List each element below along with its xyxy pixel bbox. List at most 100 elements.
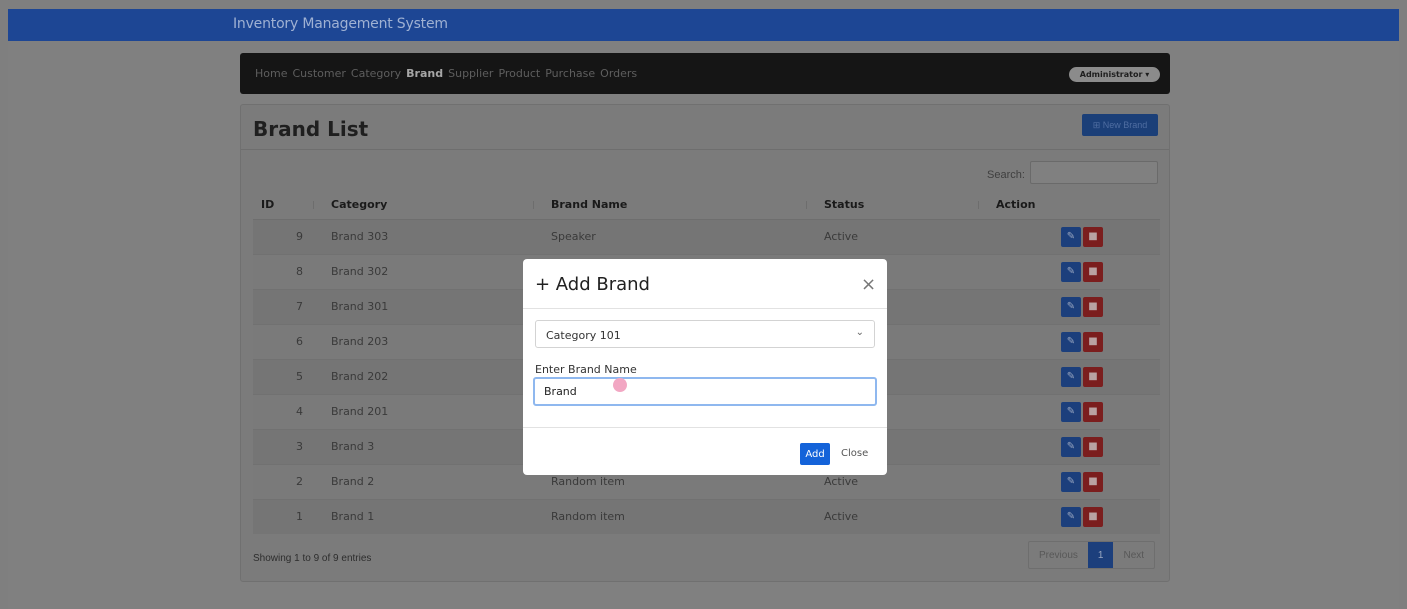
action-buttons: ✎ ■ bbox=[1061, 506, 1160, 527]
action-buttons: ✎ ■ bbox=[1061, 471, 1160, 492]
edit-icon[interactable]: ✎ bbox=[1061, 471, 1081, 492]
trash-icon[interactable]: ■ bbox=[1083, 226, 1103, 247]
action-buttons: ✎ ■ bbox=[1061, 261, 1160, 282]
col-id[interactable]: ID bbox=[253, 191, 323, 220]
action-buttons: ✎ ■ bbox=[1061, 436, 1160, 457]
add-button[interactable]: Add bbox=[800, 443, 830, 465]
action-buttons: ✎ ■ bbox=[1061, 331, 1160, 352]
user-menu-label: Administrator bbox=[1079, 70, 1143, 79]
row-actions: ✎ ■ bbox=[988, 393, 1160, 429]
card-header: Brand List ⊞ New Brand bbox=[241, 105, 1169, 150]
row-actions: ✎ ■ bbox=[988, 428, 1160, 464]
app-header: Inventory Management System bbox=[8, 9, 1399, 41]
row-category: Brand 2 bbox=[323, 463, 543, 499]
user-menu-button[interactable]: Administrator ▾ bbox=[1069, 67, 1160, 82]
nav-links: Home Customer Category Brand Supplier Pr… bbox=[255, 67, 642, 80]
nav-purchase[interactable]: Purchase bbox=[545, 67, 595, 80]
table-row: 1 Brand 1 Random item Active ✎ ■ bbox=[253, 498, 1160, 534]
action-buttons: ✎ ■ bbox=[1061, 296, 1160, 317]
row-id: 9 bbox=[253, 218, 323, 254]
new-brand-button[interactable]: ⊞ New Brand bbox=[1082, 114, 1158, 136]
row-id: 4 bbox=[253, 393, 323, 429]
add-brand-modal: + Add Brand × Category 101 ⌄ Enter Brand… bbox=[523, 259, 887, 475]
col-action: Action bbox=[988, 191, 1160, 220]
pagination: Previous 1 Next bbox=[1028, 541, 1156, 569]
main-navbar: Home Customer Category Brand Supplier Pr… bbox=[240, 53, 1170, 94]
page-title: Brand List bbox=[253, 117, 369, 141]
edit-icon[interactable]: ✎ bbox=[1061, 296, 1081, 317]
action-buttons: ✎ ■ bbox=[1061, 366, 1160, 387]
sort-icon bbox=[978, 201, 982, 209]
row-brand-name: Random item bbox=[543, 498, 816, 534]
row-id: 1 bbox=[253, 498, 323, 534]
chevron-down-icon: ⌄ bbox=[855, 327, 864, 338]
row-status: Active bbox=[816, 218, 988, 254]
col-status[interactable]: Status bbox=[816, 191, 988, 220]
app-title: Inventory Management System bbox=[233, 16, 448, 32]
close-icon[interactable]: × bbox=[861, 274, 876, 295]
brand-name-label: Enter Brand Name bbox=[535, 363, 637, 376]
mouse-cursor-highlight bbox=[613, 378, 627, 392]
sort-icon bbox=[533, 201, 537, 209]
row-brand-name: Speaker bbox=[543, 218, 816, 254]
category-select-value: Category 101 bbox=[546, 329, 621, 342]
pager-page-1[interactable]: 1 bbox=[1087, 542, 1114, 568]
trash-icon[interactable]: ■ bbox=[1083, 331, 1103, 352]
edit-icon[interactable]: ✎ bbox=[1061, 366, 1081, 387]
nav-category[interactable]: Category bbox=[351, 67, 401, 80]
trash-icon[interactable]: ■ bbox=[1083, 471, 1103, 492]
row-category: Brand 1 bbox=[323, 498, 543, 534]
nav-brand[interactable]: Brand bbox=[406, 67, 443, 80]
row-category: Brand 203 bbox=[323, 323, 543, 359]
row-category: Brand 301 bbox=[323, 288, 543, 324]
edit-icon[interactable]: ✎ bbox=[1061, 331, 1081, 352]
row-category: Brand 3 bbox=[323, 428, 543, 464]
trash-icon[interactable]: ■ bbox=[1083, 401, 1103, 422]
row-actions: ✎ ■ bbox=[988, 218, 1160, 254]
edit-icon[interactable]: ✎ bbox=[1061, 506, 1081, 527]
row-id: 7 bbox=[253, 288, 323, 324]
action-buttons: ✎ ■ bbox=[1061, 226, 1160, 247]
row-actions: ✎ ■ bbox=[988, 358, 1160, 394]
edit-icon[interactable]: ✎ bbox=[1061, 226, 1081, 247]
modal-title: + Add Brand bbox=[535, 274, 650, 295]
nav-customer[interactable]: Customer bbox=[292, 67, 345, 80]
row-actions: ✎ ■ bbox=[988, 323, 1160, 359]
nav-product[interactable]: Product bbox=[498, 67, 540, 80]
plus-square-icon: ⊞ bbox=[1092, 119, 1101, 130]
trash-icon[interactable]: ■ bbox=[1083, 436, 1103, 457]
col-brand-name[interactable]: Brand Name bbox=[543, 191, 816, 220]
brand-name-input[interactable] bbox=[533, 377, 877, 406]
row-actions: ✎ ■ bbox=[988, 253, 1160, 289]
category-select[interactable]: Category 101 ⌄ bbox=[535, 320, 875, 348]
edit-icon[interactable]: ✎ bbox=[1061, 261, 1081, 282]
modal-footer: Add Close bbox=[523, 427, 887, 475]
chevron-down-icon: ▾ bbox=[1145, 70, 1150, 79]
row-actions: ✎ ■ bbox=[988, 463, 1160, 499]
row-actions: ✎ ■ bbox=[988, 288, 1160, 324]
table-header-row: ID Category Brand Name Status Action bbox=[253, 191, 1160, 220]
trash-icon[interactable]: ■ bbox=[1083, 366, 1103, 387]
row-status: Active bbox=[816, 498, 988, 534]
sort-icon bbox=[806, 201, 810, 209]
trash-icon[interactable]: ■ bbox=[1083, 296, 1103, 317]
row-id: 3 bbox=[253, 428, 323, 464]
pager-previous[interactable]: Previous bbox=[1029, 542, 1088, 568]
row-id: 6 bbox=[253, 323, 323, 359]
nav-supplier[interactable]: Supplier bbox=[448, 67, 493, 80]
entries-info: Showing 1 to 9 of 9 entries bbox=[253, 553, 372, 564]
edit-icon[interactable]: ✎ bbox=[1061, 436, 1081, 457]
trash-icon[interactable]: ■ bbox=[1083, 261, 1103, 282]
row-category: Brand 303 bbox=[323, 218, 543, 254]
pager-next[interactable]: Next bbox=[1113, 542, 1154, 568]
nav-home[interactable]: Home bbox=[255, 67, 287, 80]
search-label: Search: bbox=[987, 169, 1025, 181]
search-input[interactable] bbox=[1030, 161, 1158, 184]
edit-icon[interactable]: ✎ bbox=[1061, 401, 1081, 422]
col-category[interactable]: Category bbox=[323, 191, 543, 220]
close-button[interactable]: Close bbox=[841, 448, 868, 459]
nav-orders[interactable]: Orders bbox=[600, 67, 637, 80]
trash-icon[interactable]: ■ bbox=[1083, 506, 1103, 527]
row-category: Brand 201 bbox=[323, 393, 543, 429]
row-actions: ✎ ■ bbox=[988, 498, 1160, 534]
